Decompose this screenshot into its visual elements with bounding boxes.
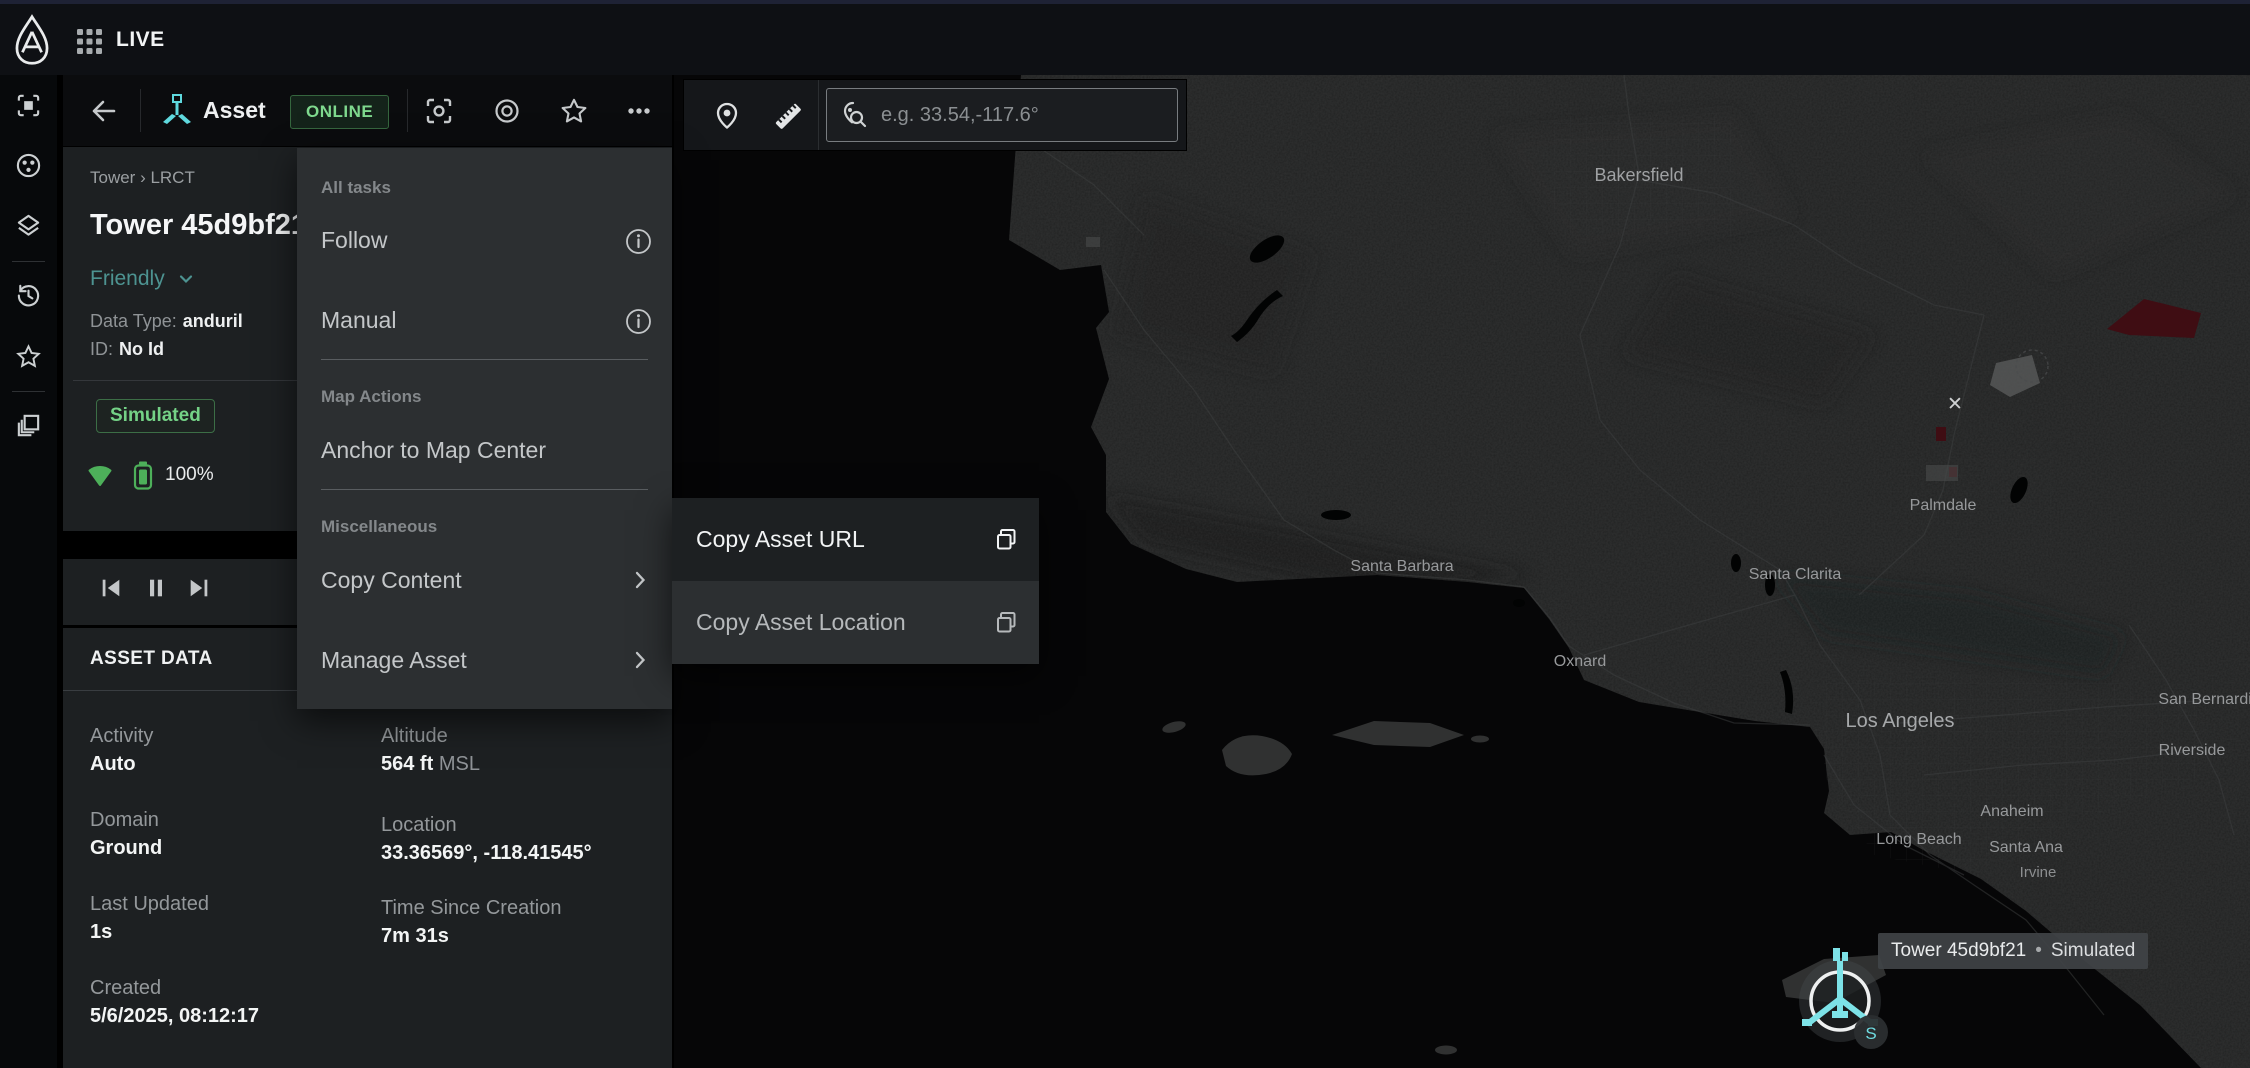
sidebar-item-layers[interactable]	[15, 212, 42, 239]
sidebar-item-entities[interactable]	[15, 152, 42, 179]
info-icon[interactable]	[625, 228, 652, 255]
submenu-item-copy-asset-location[interactable]: Copy Asset Location	[672, 581, 1039, 664]
copy-icon	[993, 527, 1019, 553]
sidebar-item-focus[interactable]	[15, 92, 42, 119]
field-time-since-creation: Time Since Creation 7m 31s	[381, 895, 661, 951]
app-grid-icon[interactable]	[76, 28, 103, 55]
city-label: Bakersfield	[1594, 165, 1683, 185]
data-type-value: anduril	[183, 311, 243, 331]
copy-content-submenu: Copy Asset URL Copy Asset Location	[672, 498, 1039, 664]
sidebar-divider	[12, 261, 45, 262]
menu-divider	[321, 489, 648, 490]
asset-data-section-title: ASSET DATA	[90, 648, 213, 670]
menu-item-follow[interactable]: Follow	[321, 227, 387, 254]
asset-panel-header: Asset ONLINE	[63, 75, 672, 147]
city-label: Santa Ana	[1989, 839, 2063, 856]
header-divider	[407, 89, 408, 132]
city-label: Oxnard	[1554, 653, 1606, 670]
id-label: ID:	[90, 339, 113, 359]
more-options-icon[interactable]	[624, 96, 654, 126]
field-activity: Activity Auto	[90, 723, 370, 779]
menu-divider	[321, 359, 648, 360]
back-button[interactable]	[87, 95, 119, 127]
id-row: ID: No Id	[90, 339, 164, 360]
battery-percent: 100%	[165, 464, 214, 486]
search-location-icon	[839, 100, 869, 130]
submenu-item-copy-asset-url[interactable]: Copy Asset URL	[672, 498, 1039, 581]
skip-to-start-button[interactable]	[99, 576, 123, 600]
skip-to-live-button[interactable]	[187, 576, 211, 600]
signal-wifi-icon	[86, 461, 114, 489]
tooltip-separator: •	[2035, 940, 2042, 961]
city-label: San Bernardino	[2158, 691, 2250, 708]
data-type-label: Data Type:	[90, 311, 177, 331]
drop-pin-tool-icon[interactable]	[712, 101, 742, 131]
top-bar: LIVE	[0, 0, 2250, 75]
city-label: Long Beach	[1876, 831, 1961, 848]
city-label: Santa Clarita	[1749, 566, 1842, 583]
sidebar-divider	[12, 391, 45, 392]
sidebar-item-windows[interactable]	[15, 412, 42, 439]
menu-section-header: Miscellaneous	[321, 517, 437, 537]
asset-type-title: Asset	[203, 97, 266, 124]
measure-ruler-tool-icon[interactable]	[772, 100, 804, 132]
watch-eye-icon[interactable]	[492, 96, 522, 126]
coordinate-search[interactable]	[826, 88, 1178, 142]
simulated-badge: Simulated	[96, 399, 215, 433]
breadcrumb: Tower › LRCT	[90, 168, 195, 188]
menu-item-anchor-to-map-center[interactable]: Anchor to Map Center	[321, 437, 546, 464]
favorite-star-icon[interactable]	[559, 96, 589, 126]
city-label: Santa Barbara	[1350, 558, 1453, 575]
menu-section-header: All tasks	[321, 178, 391, 198]
field-altitude: Altitude 564 ft MSL	[381, 723, 661, 779]
page-title: LIVE	[116, 28, 165, 52]
data-type-row: Data Type: anduril	[90, 311, 243, 332]
field-created: Created 5/6/2025, 08:12:17	[90, 975, 370, 1031]
city-label: Irvine	[2020, 864, 2057, 881]
chevron-right-icon	[630, 568, 650, 592]
sidebar-item-starred[interactable]	[15, 343, 42, 370]
pause-button[interactable]	[144, 576, 168, 600]
marker-sim-badge: S	[1865, 1024, 1876, 1043]
menu-section-header: Map Actions	[321, 387, 421, 407]
sidebar	[0, 75, 57, 1068]
menu-item-manual[interactable]: Manual	[321, 307, 396, 334]
toolbar-divider	[818, 80, 819, 150]
field-last-updated: Last Updated 1s	[90, 891, 370, 947]
search-input[interactable]	[879, 103, 1177, 128]
anduril-logo-icon	[10, 14, 54, 66]
city-label: Los Angeles	[1846, 710, 1955, 732]
tooltip-asset-name: Tower 45d9bf21	[1891, 940, 2026, 961]
city-label: Anaheim	[1980, 803, 2043, 820]
tower-asset-icon	[161, 94, 193, 128]
field-location: Location 33.36569°, -118.41545°	[381, 812, 661, 868]
status-badge: ONLINE	[290, 95, 389, 129]
affiliation-label: Friendly	[90, 267, 165, 291]
asset-name-title: Tower 45d9bf21	[90, 209, 307, 242]
battery-icon	[130, 460, 156, 490]
menu-item-copy-content[interactable]: Copy Content	[321, 567, 462, 594]
chevron-right-icon	[630, 648, 650, 672]
field-domain: Domain Ground	[90, 807, 370, 863]
map-toolbar	[683, 79, 1187, 151]
id-value: No Id	[119, 339, 164, 359]
chevron-down-icon	[177, 270, 195, 288]
center-on-asset-icon[interactable]	[424, 96, 454, 126]
asset-context-menu: All tasks Follow Manual Map Actions Anch…	[297, 148, 672, 709]
x-marker-icon[interactable]: ✕	[1947, 394, 1963, 415]
copy-icon	[993, 610, 1019, 636]
tooltip-status: Simulated	[2051, 940, 2136, 961]
info-icon[interactable]	[625, 308, 652, 335]
map-tooltip: Tower 45d9bf21 • Simulated	[1878, 933, 2148, 969]
city-label: Riverside	[2159, 742, 2226, 759]
sidebar-item-history[interactable]	[15, 282, 42, 309]
affiliation-dropdown[interactable]: Friendly	[90, 267, 195, 291]
city-label: Palmdale	[1910, 497, 1977, 514]
menu-item-manage-asset[interactable]: Manage Asset	[321, 647, 467, 674]
header-divider	[140, 89, 141, 132]
